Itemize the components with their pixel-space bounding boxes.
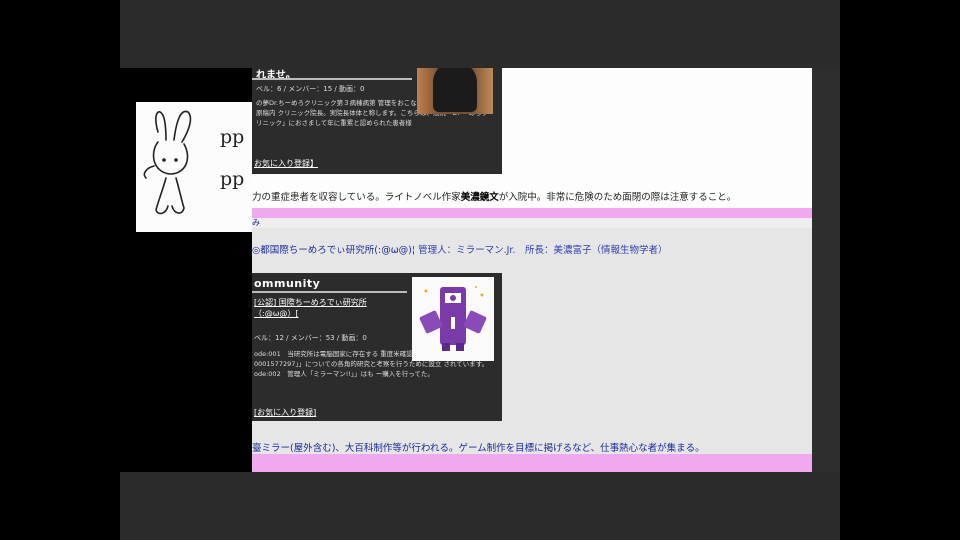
section-title: ◎都国際ちーめろでぃ研究所(:@ω@)¦ 管理人：ミラーマン.Jr. 所長：美濃… [252,242,667,256]
card2-separator [252,291,407,293]
card2-thumbnail[interactable] [412,277,494,361]
card1-separator [252,78,412,80]
card2-stats: ベル：12 / メンバー：53 / 動画：0 [254,334,367,342]
community-card-2: ommunity [公認] 国際ちーめろでぃ研究所（:@ω@）[ ベル：12 /… [252,273,502,421]
card1-favorite-link[interactable]: お気に入り登録】 [254,158,318,169]
community-card-1: れませ。 ベル：6 / メンバー：15 / 動画：0 の夢Dr.ちーめろクリニッ… [252,68,502,174]
community-header: ommunity [254,277,321,290]
author-name-bold: 美濃鏡文 [460,192,499,203]
pink-divider-bottom [252,454,812,472]
section-laboratory: ◎都国際ちーめろでぃ研究所(:@ω@)¦ 管理人：ミラーマン.Jr. 所長：美濃… [252,228,812,456]
doodle-overlay: pp pp [136,102,252,232]
doodle-text-2: pp [220,168,245,190]
bottom-letterbox [120,472,840,540]
lab-title-link[interactable]: ◎都国際ちーめろでぃ研究所(:@ω@)¦ [252,245,415,256]
doodle-text-1: pp [220,126,245,148]
pink-divider-top [252,208,812,218]
community-link[interactable]: [公認] 国際ちーめろでぃ研究所（:@ω@）[ [254,297,404,319]
card1-thumbnail[interactable] [417,68,493,114]
purple-robot-icon [419,286,487,351]
rabbit-drawing-icon [143,110,192,215]
line1-text-pre: 力の重症患者を収容している。ライトノベル作家 [252,192,461,203]
person-figure-icon [433,68,477,112]
card1-stats: ベル：6 / メンバー：15 / 動画：0 [256,85,365,93]
description-line-1: 力の重症患者を収容している。ライトノベル作家美濃鏡文が入院中。非常に危険のため面… [252,189,812,203]
card2-favorite-link[interactable]: [お気に入り登録] [254,407,316,418]
description-line-2: 臺ミラー(屋外含む)、大百科制作等が行われる。ゲーム制作を目標に掲げるなど、仕事… [252,443,705,454]
top-letterbox [120,0,840,68]
web-page-capture: れませ。 ベル：6 / メンバー：15 / 動画：0 の夢Dr.ちーめろクリニッ… [252,68,812,472]
lab-manager-text: 管理人：ミラーマン.Jr. 所長：美濃富子（情報生物学者） [418,245,668,256]
label-strip: み [252,218,812,228]
strip-label[interactable]: み [252,217,260,228]
line1-text-post: が入院中。非常に危険のため面閉の際は注意すること。 [498,192,737,203]
